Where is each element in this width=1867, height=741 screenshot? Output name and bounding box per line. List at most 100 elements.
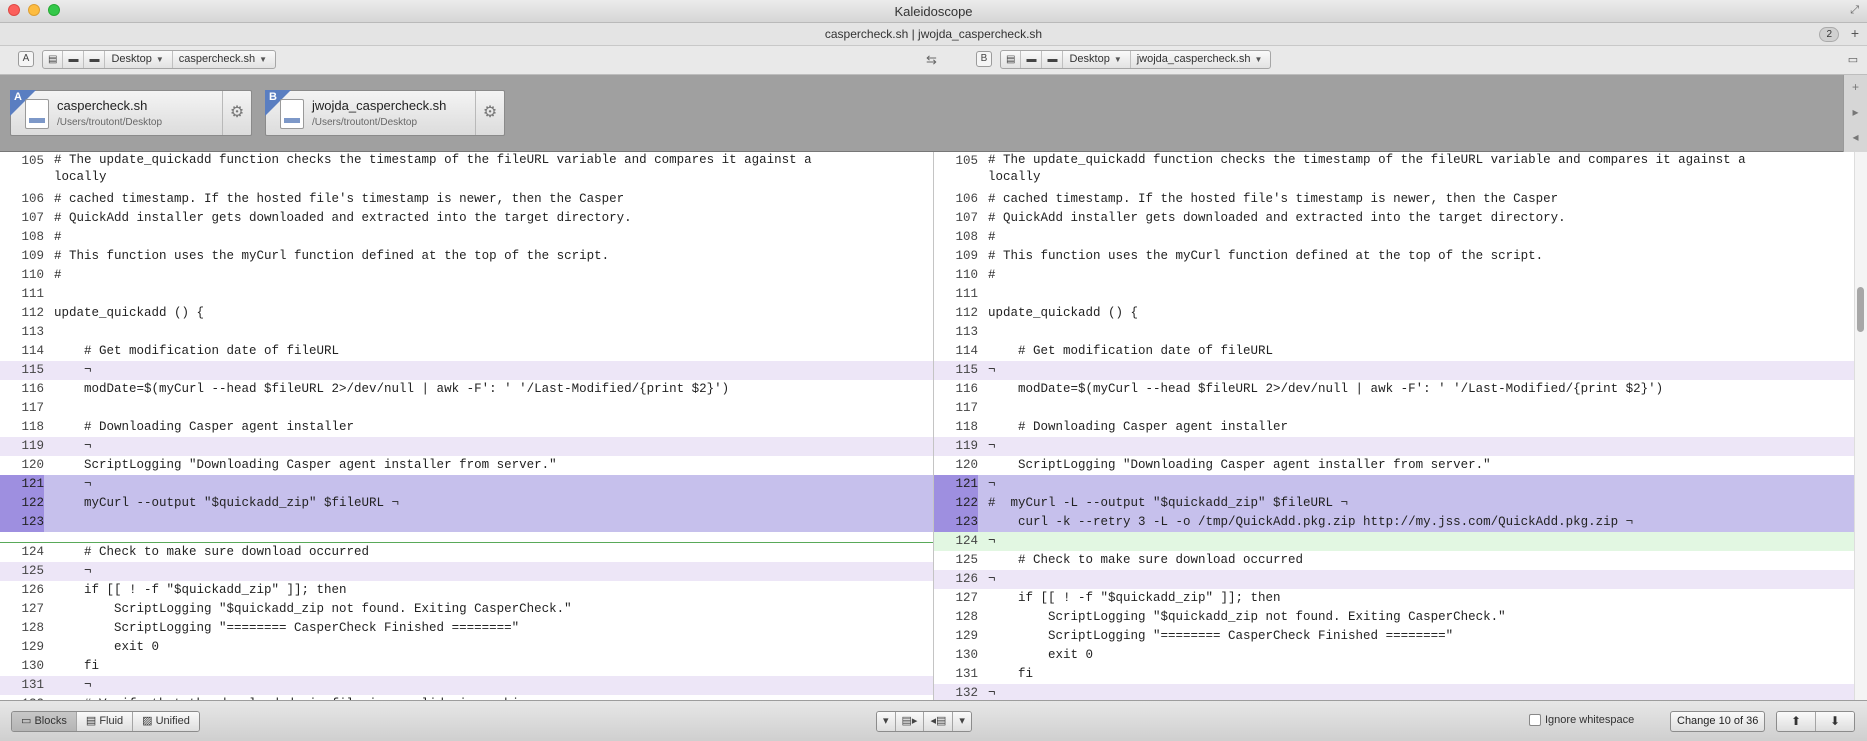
fluid-view-button[interactable]: ▤ Fluid <box>76 712 134 731</box>
blocks-view-button[interactable]: ▭ Blocks <box>12 712 77 731</box>
code-line[interactable]: 120 ScriptLogging "Downloading Casper ag… <box>934 456 1854 475</box>
next-change-button[interactable]: ⬇ <box>1816 712 1854 731</box>
code-line[interactable]: 107 # QuickAdd installer gets downloaded … <box>934 209 1854 228</box>
folder-icon[interactable]: ▬ <box>84 51 106 68</box>
dropdown-icon[interactable]: ▾ <box>953 712 971 731</box>
code-line[interactable]: 131 ¬ <box>0 676 933 695</box>
disk-icon[interactable]: ▤ <box>43 51 64 68</box>
line-number: 105 <box>21 154 44 168</box>
file-card-a[interactable]: A caspercheck.sh /Users/troutont/Desktop… <box>10 90 252 136</box>
code-line[interactable]: 107 # QuickAdd installer gets downloaded … <box>0 209 933 228</box>
code-line[interactable]: 123 <box>0 513 933 532</box>
code-text: # QuickAdd installer gets downloaded and… <box>54 211 632 225</box>
gear-icon[interactable]: ⚙ <box>475 91 504 135</box>
add-file-icon[interactable]: + <box>1844 75 1867 100</box>
code-line[interactable]: 125 ¬ <box>0 562 933 581</box>
code-line[interactable]: 129 exit 0 <box>0 638 933 657</box>
code-line[interactable]: 129 ScriptLogging "======== CasperCheck … <box>934 627 1854 646</box>
code-line[interactable]: 113 <box>934 323 1854 342</box>
code-line[interactable]: 127 if [[ ! -f "$quickadd_zip" ]]; then <box>934 589 1854 608</box>
code-line[interactable]: 126 ¬ <box>934 570 1854 589</box>
dropdown-icon[interactable]: ▾ <box>877 712 896 731</box>
code-line[interactable]: 106 # cached timestamp. If the hosted fil… <box>0 190 933 209</box>
code-line[interactable]: 121 ¬ <box>934 475 1854 494</box>
code-line[interactable]: 110 # <box>0 266 933 285</box>
code-line[interactable]: 109 # This function uses the myCurl funct… <box>934 247 1854 266</box>
code-line[interactable]: 130 fi <box>0 657 933 676</box>
breadcrumb-file[interactable]: jwojda_caspercheck.sh ▼ <box>1131 51 1271 68</box>
code-line[interactable] <box>0 532 933 543</box>
code-line[interactable]: 119 ¬ <box>934 437 1854 456</box>
code-line[interactable]: 105 # The update_quickadd function checks… <box>0 152 933 190</box>
folder-icon[interactable]: ▬ <box>1021 51 1043 68</box>
line-number: 129 <box>955 629 978 643</box>
code-text: ¬ <box>54 439 92 453</box>
code-line[interactable]: 105 # The update_quickadd function checks… <box>934 152 1854 190</box>
code-line[interactable]: 122 # myCurl -L --output "$quickadd_zip" … <box>934 494 1854 513</box>
next-icon[interactable]: ▸ <box>1844 100 1867 125</box>
checkbox[interactable] <box>1529 714 1541 726</box>
copy-right-icon[interactable]: ▤▸ <box>895 712 925 731</box>
breadcrumb-file[interactable]: caspercheck.sh ▼ <box>173 51 275 68</box>
code-line[interactable]: 119 ¬ <box>0 437 933 456</box>
code-line[interactable]: 116 modDate=$(myCurl --head $fileURL 2>/… <box>0 380 933 399</box>
code-line[interactable]: 106 # cached timestamp. If the hosted fil… <box>934 190 1854 209</box>
disk-icon[interactable]: ▤ <box>1001 51 1022 68</box>
code-line[interactable]: 115 ¬ <box>934 361 1854 380</box>
code-line[interactable]: 123 curl -k --retry 3 -L -o /tmp/QuickAd… <box>934 513 1854 532</box>
code-line[interactable]: 114 # Get modification date of fileURL <box>0 342 933 361</box>
breadcrumb-folder[interactable]: Desktop ▼ <box>105 51 173 68</box>
file-card-b[interactable]: B jwojda_caspercheck.sh /Users/troutont/… <box>265 90 505 136</box>
code-line[interactable]: 118 # Downloading Casper agent installer <box>934 418 1854 437</box>
code-line[interactable]: 126 if [[ ! -f "$quickadd_zip" ]]; then <box>0 581 933 600</box>
swap-sides-icon[interactable]: ⇆ <box>926 52 937 68</box>
code-line[interactable]: 128 ScriptLogging "$quickadd_zip not fou… <box>934 608 1854 627</box>
tab-count-badge[interactable]: 2 <box>1819 27 1839 42</box>
scrollbar[interactable] <box>1854 152 1867 700</box>
code-line[interactable]: 124 ¬ <box>934 532 1854 551</box>
line-number: 105 <box>955 154 978 168</box>
code-line[interactable]: 117 <box>0 399 933 418</box>
code-line[interactable]: 117 <box>934 399 1854 418</box>
code-line[interactable]: 121 ¬ <box>0 475 933 494</box>
code-line[interactable]: 113 <box>0 323 933 342</box>
right-diff-pane[interactable]: 105 # The update_quickadd function checks… <box>934 152 1854 700</box>
code-line[interactable]: 130 exit 0 <box>934 646 1854 665</box>
code-line[interactable]: 112 update_quickadd () { <box>934 304 1854 323</box>
code-line[interactable]: 131 fi <box>934 665 1854 684</box>
new-tab-button[interactable]: + <box>1851 25 1859 41</box>
previous-change-button[interactable]: ⬆ <box>1777 712 1816 731</box>
previous-icon[interactable]: ◂ <box>1844 125 1867 150</box>
file-path: /Users/troutont/Desktop <box>57 117 163 128</box>
code-line[interactable]: 118 # Downloading Casper agent installer <box>0 418 933 437</box>
folder-icon[interactable]: ▬ <box>1042 51 1064 68</box>
code-line[interactable]: 120 ScriptLogging "Downloading Casper ag… <box>0 456 933 475</box>
left-diff-pane[interactable]: 105 # The update_quickadd function checks… <box>0 152 934 700</box>
line-number: 132 <box>955 686 978 700</box>
code-line[interactable]: 132 ¬ <box>934 684 1854 700</box>
code-line[interactable]: 125 # Check to make sure download occurr… <box>934 551 1854 570</box>
code-line[interactable]: 111 <box>934 285 1854 304</box>
code-line[interactable]: 116 modDate=$(myCurl --head $fileURL 2>/… <box>934 380 1854 399</box>
code-line[interactable]: 111 <box>0 285 933 304</box>
code-line[interactable]: 109 # This function uses the myCurl funct… <box>0 247 933 266</box>
folder-icon[interactable]: ▬ <box>63 51 85 68</box>
code-line[interactable]: 124 # Check to make sure download occurr… <box>0 543 933 562</box>
code-line[interactable]: 115 ¬ <box>0 361 933 380</box>
gear-icon[interactable]: ⚙ <box>222 91 251 135</box>
code-line[interactable]: 112 update_quickadd () { <box>0 304 933 323</box>
code-line[interactable]: 114 # Get modification date of fileURL <box>934 342 1854 361</box>
code-line[interactable]: 108 # <box>0 228 933 247</box>
scrollbar-thumb[interactable] <box>1857 287 1864 332</box>
collapse-icon[interactable]: ▭ <box>1845 53 1861 67</box>
copy-left-icon[interactable]: ◂▤ <box>924 712 954 731</box>
code-line[interactable]: 127 ScriptLogging "$quickadd_zip not fou… <box>0 600 933 619</box>
code-line[interactable]: 128 ScriptLogging "======== CasperCheck … <box>0 619 933 638</box>
unified-view-button[interactable]: ▨ Unified <box>133 712 199 731</box>
ignore-whitespace-toggle[interactable]: Ignore whitespace <box>1529 714 1634 726</box>
code-line[interactable]: 108 # <box>934 228 1854 247</box>
fullscreen-icon[interactable]: ⤢ <box>1850 4 1859 17</box>
breadcrumb-folder[interactable]: Desktop ▼ <box>1063 51 1131 68</box>
code-line[interactable]: 122 myCurl --output "$quickadd_zip" $fil… <box>0 494 933 513</box>
code-line[interactable]: 110 # <box>934 266 1854 285</box>
